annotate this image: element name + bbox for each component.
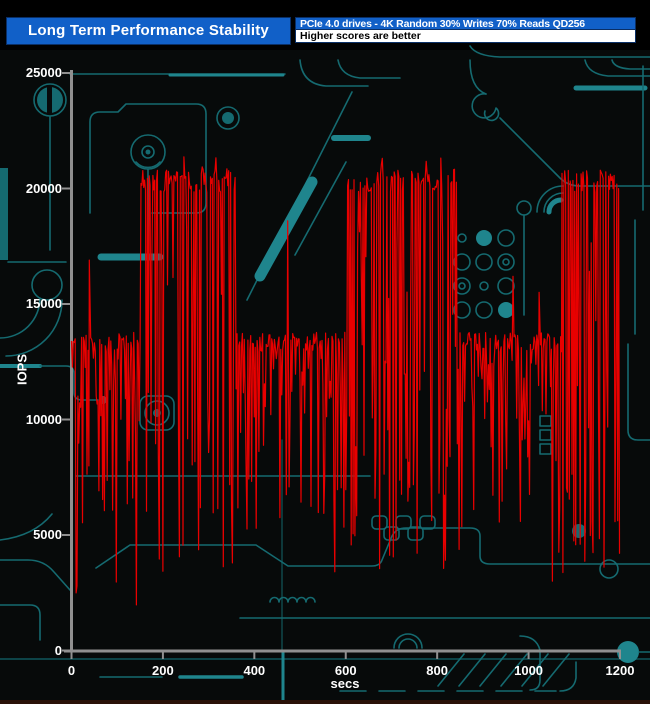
y-tick-label: 0 [54, 642, 62, 658]
x-tick-label: 1000 [514, 663, 544, 678]
y-tick-label: 5000 [33, 527, 62, 542]
y-axis-label: IOPS [14, 353, 30, 386]
y-tick-label: 20000 [25, 180, 62, 196]
x-tick-label: 200 [152, 663, 174, 678]
x-tick-label: 0 [67, 663, 76, 678]
x-tick-label: 400 [243, 663, 266, 678]
screenshot-root: Long Term Performance Stability PCIe 4.0… [0, 0, 650, 704]
y-tick-label: 25000 [25, 65, 62, 80]
y-tick-label: 15000 [25, 296, 62, 311]
x-axis-label: secs [330, 676, 360, 691]
chart-canvas [0, 45, 650, 704]
x-tick-label: 800 [426, 663, 448, 678]
x-tick-label: 1200 [605, 663, 635, 678]
bottom-strip [0, 700, 650, 704]
y-tick-label: 10000 [25, 411, 62, 427]
